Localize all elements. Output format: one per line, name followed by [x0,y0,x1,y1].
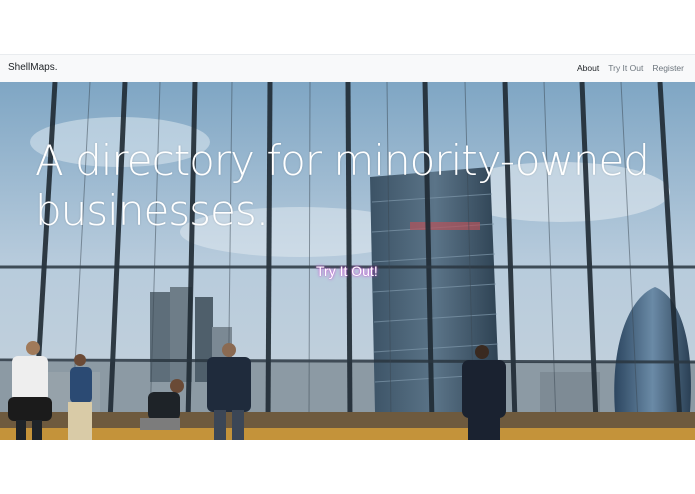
nav-link-try-it-out[interactable]: Try It Out [608,63,643,73]
hero-headline: A directory for minority-owned businesse… [35,136,650,235]
hero-section: A directory for minority-owned businesse… [0,82,695,440]
navbar: ShellMaps. About Try It Out Register [0,54,695,82]
nav-link-about[interactable]: About [577,63,599,73]
brand-logo[interactable]: ShellMaps. [8,62,57,73]
nav-link-register[interactable]: Register [652,63,684,73]
try-it-out-button[interactable]: Try It Out! [316,263,378,279]
nav-links: About Try It Out Register [577,63,684,73]
